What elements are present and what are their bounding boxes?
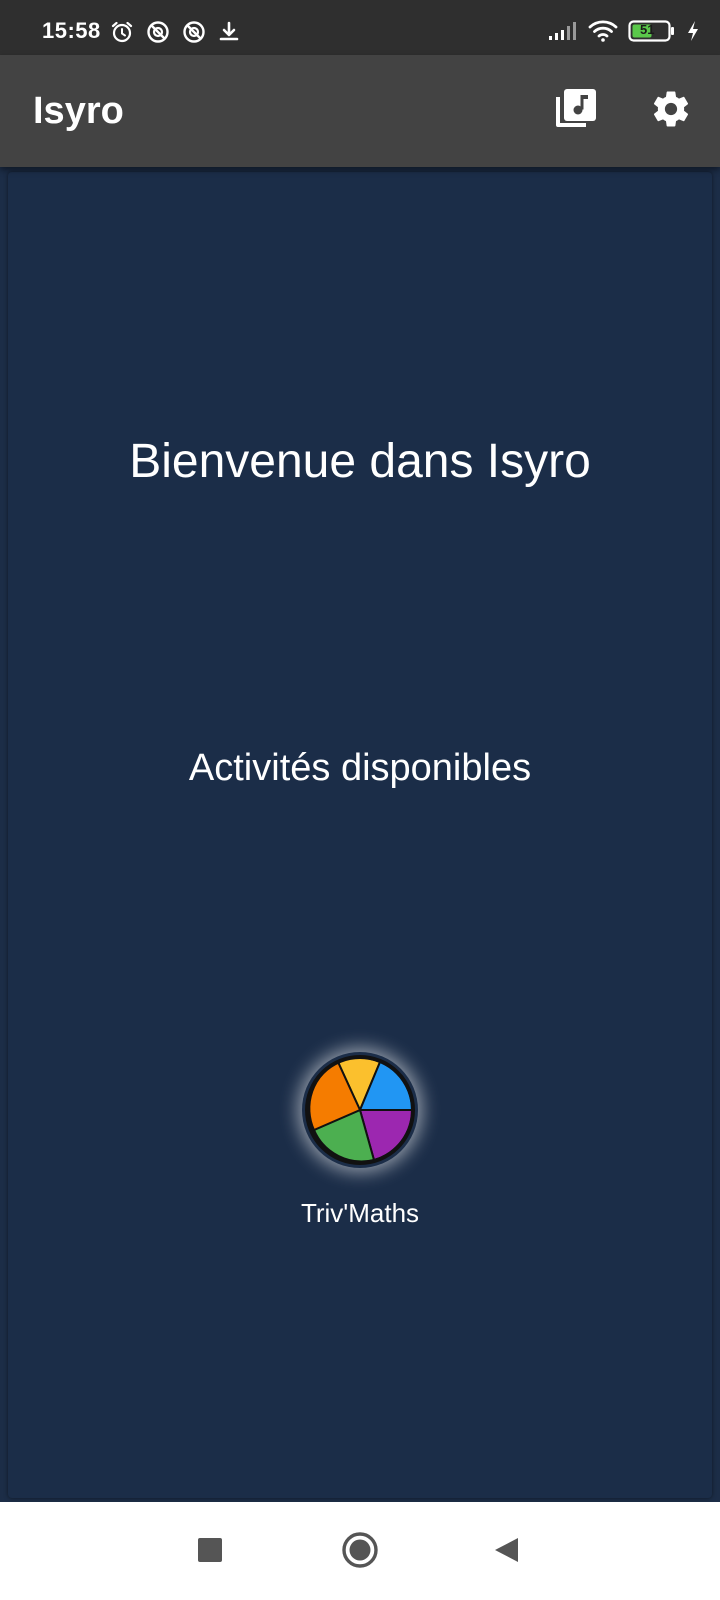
main-panel: Bienvenue dans Isyro Activités disponibl…: [8, 172, 712, 1498]
charging-icon: [686, 20, 700, 42]
app-title: Isyro: [33, 90, 124, 132]
battery-level: 51: [640, 22, 655, 37]
back-button[interactable]: [478, 1524, 534, 1580]
recents-button[interactable]: [182, 1524, 238, 1580]
app-bar: Isyro: [0, 55, 720, 167]
alarm-icon: [110, 20, 134, 44]
status-notification-icons: [110, 20, 240, 44]
music-library-button[interactable]: [550, 85, 602, 137]
recents-icon: [197, 1537, 223, 1568]
signal-icon: [548, 21, 578, 41]
status-time: 15:58: [42, 18, 101, 43]
activities-heading: Activités disponibles: [188, 747, 532, 789]
welcome-title: Bienvenue dans Isyro: [129, 435, 591, 488]
back-icon: [491, 1535, 521, 1570]
status-system-icons: 51: [548, 19, 700, 43]
activity-trivmaths[interactable]: Triv'Maths: [260, 1052, 460, 1229]
home-button[interactable]: [332, 1524, 388, 1580]
blocked-icon: [146, 20, 170, 44]
settings-button[interactable]: [645, 85, 697, 137]
battery-icon: 51: [628, 19, 676, 43]
gear-icon: [650, 88, 692, 135]
pie-wheel-icon: [302, 1052, 418, 1168]
activity-label: Triv'Maths: [300, 1198, 420, 1228]
wifi-icon: [588, 20, 618, 42]
blocked-icon: [182, 20, 206, 44]
music-library-icon: [554, 87, 598, 136]
nav-bar: [0, 1502, 720, 1600]
status-bar: 15:58 51: [0, 0, 720, 55]
home-icon: [341, 1531, 379, 1574]
download-icon: [218, 20, 240, 44]
